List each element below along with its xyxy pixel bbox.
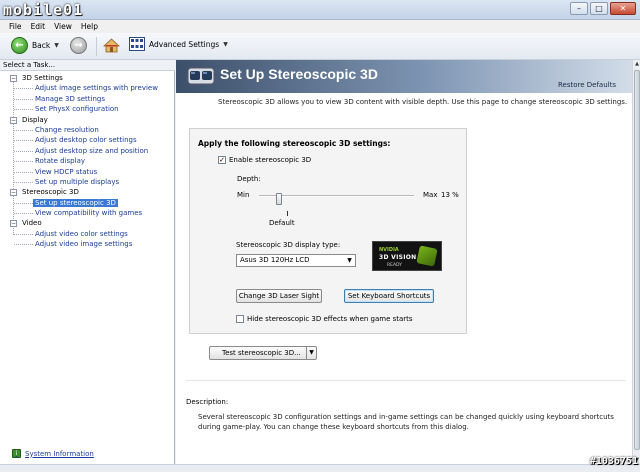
- chevron-down-icon: ▼: [223, 40, 228, 48]
- default-tick: [287, 211, 288, 216]
- tree-item-desktop-size[interactable]: Adjust desktop size and position: [0, 146, 175, 156]
- tree-item-video-color[interactable]: Adjust video color settings: [0, 229, 175, 239]
- scrollbar-thumb[interactable]: [634, 70, 640, 450]
- badge-title: 3D VISION: [379, 254, 417, 261]
- collapse-icon[interactable]: −: [10, 220, 17, 228]
- tree-category-display[interactable]: − Display: [0, 115, 175, 125]
- info-icon: i: [12, 449, 21, 458]
- page-header: Set Up Stereoscopic 3D Restore Defaults: [176, 60, 632, 93]
- display-type-label: Stereoscopic 3D display type:: [236, 241, 341, 249]
- menu-file[interactable]: File: [9, 20, 22, 33]
- view-grid-icon: [129, 37, 145, 51]
- vertical-scrollbar[interactable]: ▲ ▼: [632, 60, 640, 464]
- description-label: Description:: [186, 398, 229, 406]
- close-button[interactable]: ✕: [610, 2, 636, 15]
- menu-view[interactable]: View: [54, 20, 72, 33]
- tree-item-setup-stereoscopic[interactable]: Set up stereoscopic 3D: [0, 198, 175, 208]
- badge-brand: NVIDIA: [379, 247, 399, 253]
- watermark: #1036751: [589, 456, 638, 467]
- default-label: Default: [269, 219, 295, 227]
- back-arrow-icon: ←: [11, 37, 28, 54]
- menu-bar: File Edit View Help: [0, 20, 640, 33]
- system-information-link[interactable]: i System Information: [12, 449, 94, 458]
- tree-item-manage-3d-settings[interactable]: Manage 3D settings: [0, 94, 175, 104]
- tree-item-video-image[interactable]: Adjust video image settings: [0, 239, 175, 249]
- tree-item-hdcp-status[interactable]: View HDCP status: [0, 167, 175, 177]
- status-bar: [0, 464, 640, 472]
- maximize-button[interactable]: □: [590, 2, 608, 15]
- restore-defaults-link[interactable]: Restore Defaults: [558, 81, 616, 89]
- tree-item-rotate-display[interactable]: Rotate display: [0, 156, 175, 166]
- collapse-icon[interactable]: −: [10, 75, 17, 82]
- change-laser-sight-button[interactable]: Change 3D Laser Sight: [236, 289, 322, 303]
- chevron-down-icon: ▼: [347, 257, 352, 264]
- description-text: Several stereoscopic 3D configuration se…: [198, 413, 614, 431]
- task-panel: Select a Task... −3D Settings Adjust ima…: [0, 60, 175, 464]
- collapse-icon[interactable]: −: [10, 116, 17, 124]
- description-divider: [186, 380, 626, 381]
- forward-arrow-icon: →: [70, 37, 87, 54]
- hide-effects-checkbox[interactable]: [236, 315, 244, 323]
- display-type-select[interactable]: Asus 3D 120Hz LCD ▼: [236, 254, 356, 267]
- page-title: Set Up Stereoscopic 3D: [220, 66, 378, 82]
- tree-item-game-compatibility[interactable]: View compatibility with games: [0, 208, 175, 218]
- tree-item-desktop-color[interactable]: Adjust desktop color settings: [0, 135, 175, 145]
- badge-subtitle: READY: [387, 263, 403, 268]
- 3d-vision-ready-badge: NVIDIA 3D VISION READY: [372, 241, 442, 271]
- forward-button[interactable]: →: [70, 37, 87, 54]
- back-button[interactable]: ← Back ▼: [11, 37, 59, 54]
- settings-panel-overlay: Default Stereoscopic 3D display type: As…: [189, 128, 467, 334]
- tree-category-3d-settings[interactable]: −3D Settings: [0, 73, 175, 83]
- menu-help[interactable]: Help: [81, 20, 98, 33]
- set-keyboard-shortcuts-button[interactable]: Set Keyboard Shortcuts: [344, 289, 434, 303]
- page-intro: Stereoscopic 3D allows you to view 3D co…: [218, 98, 628, 106]
- task-tree: −3D Settings Adjust image settings with …: [0, 73, 175, 250]
- 3d-glasses-icon: [187, 67, 215, 85]
- tree-item-adjust-image-settings[interactable]: Adjust image settings with preview: [0, 83, 175, 93]
- tree-item-multiple-displays[interactable]: Set up multiple displays: [0, 177, 175, 187]
- menu-edit[interactable]: Edit: [31, 20, 46, 33]
- scroll-up-icon[interactable]: ▲: [633, 60, 640, 68]
- tree-item-change-resolution[interactable]: Change resolution: [0, 125, 175, 135]
- advanced-settings-label: Advanced Settings: [149, 39, 220, 49]
- display-type-value: Asus 3D 120Hz LCD: [240, 256, 310, 264]
- title-bar: mobile01 – □ ✕: [0, 0, 640, 20]
- home-icon: [103, 38, 120, 53]
- toolbar-separator: [96, 37, 97, 56]
- collapse-icon[interactable]: −: [10, 189, 17, 197]
- tree-category-stereoscopic-3d[interactable]: − Stereoscopic 3D: [0, 187, 175, 197]
- home-button[interactable]: [103, 37, 120, 54]
- window-controls: – □ ✕: [570, 2, 636, 15]
- test-stereoscopic-label: Test stereoscopic 3D...: [222, 349, 301, 357]
- hide-effects-row[interactable]: Hide stereoscopic 3D effects when game s…: [236, 315, 413, 323]
- back-dropdown-icon[interactable]: ▼: [54, 42, 59, 49]
- chevron-down-icon[interactable]: ▼: [306, 347, 316, 359]
- tree-item-physx[interactable]: Set PhysX configuration: [0, 104, 175, 114]
- task-panel-heading: Select a Task...: [0, 60, 175, 71]
- site-logo: mobile01: [3, 1, 84, 19]
- test-stereoscopic-button[interactable]: Test stereoscopic 3D... ▼: [209, 346, 317, 360]
- nvidia-logo-icon: [416, 245, 438, 267]
- advanced-settings-button[interactable]: Advanced Settings ▼: [129, 37, 228, 51]
- minimize-button[interactable]: –: [570, 2, 588, 15]
- hide-effects-label: Hide stereoscopic 3D effects when game s…: [247, 315, 413, 323]
- toolbar: ← Back ▼ → Advanced Settings ▼: [0, 33, 640, 60]
- system-information-label: System Information: [25, 449, 94, 458]
- tree-category-video[interactable]: − Video: [0, 218, 175, 228]
- back-label: Back: [32, 41, 51, 50]
